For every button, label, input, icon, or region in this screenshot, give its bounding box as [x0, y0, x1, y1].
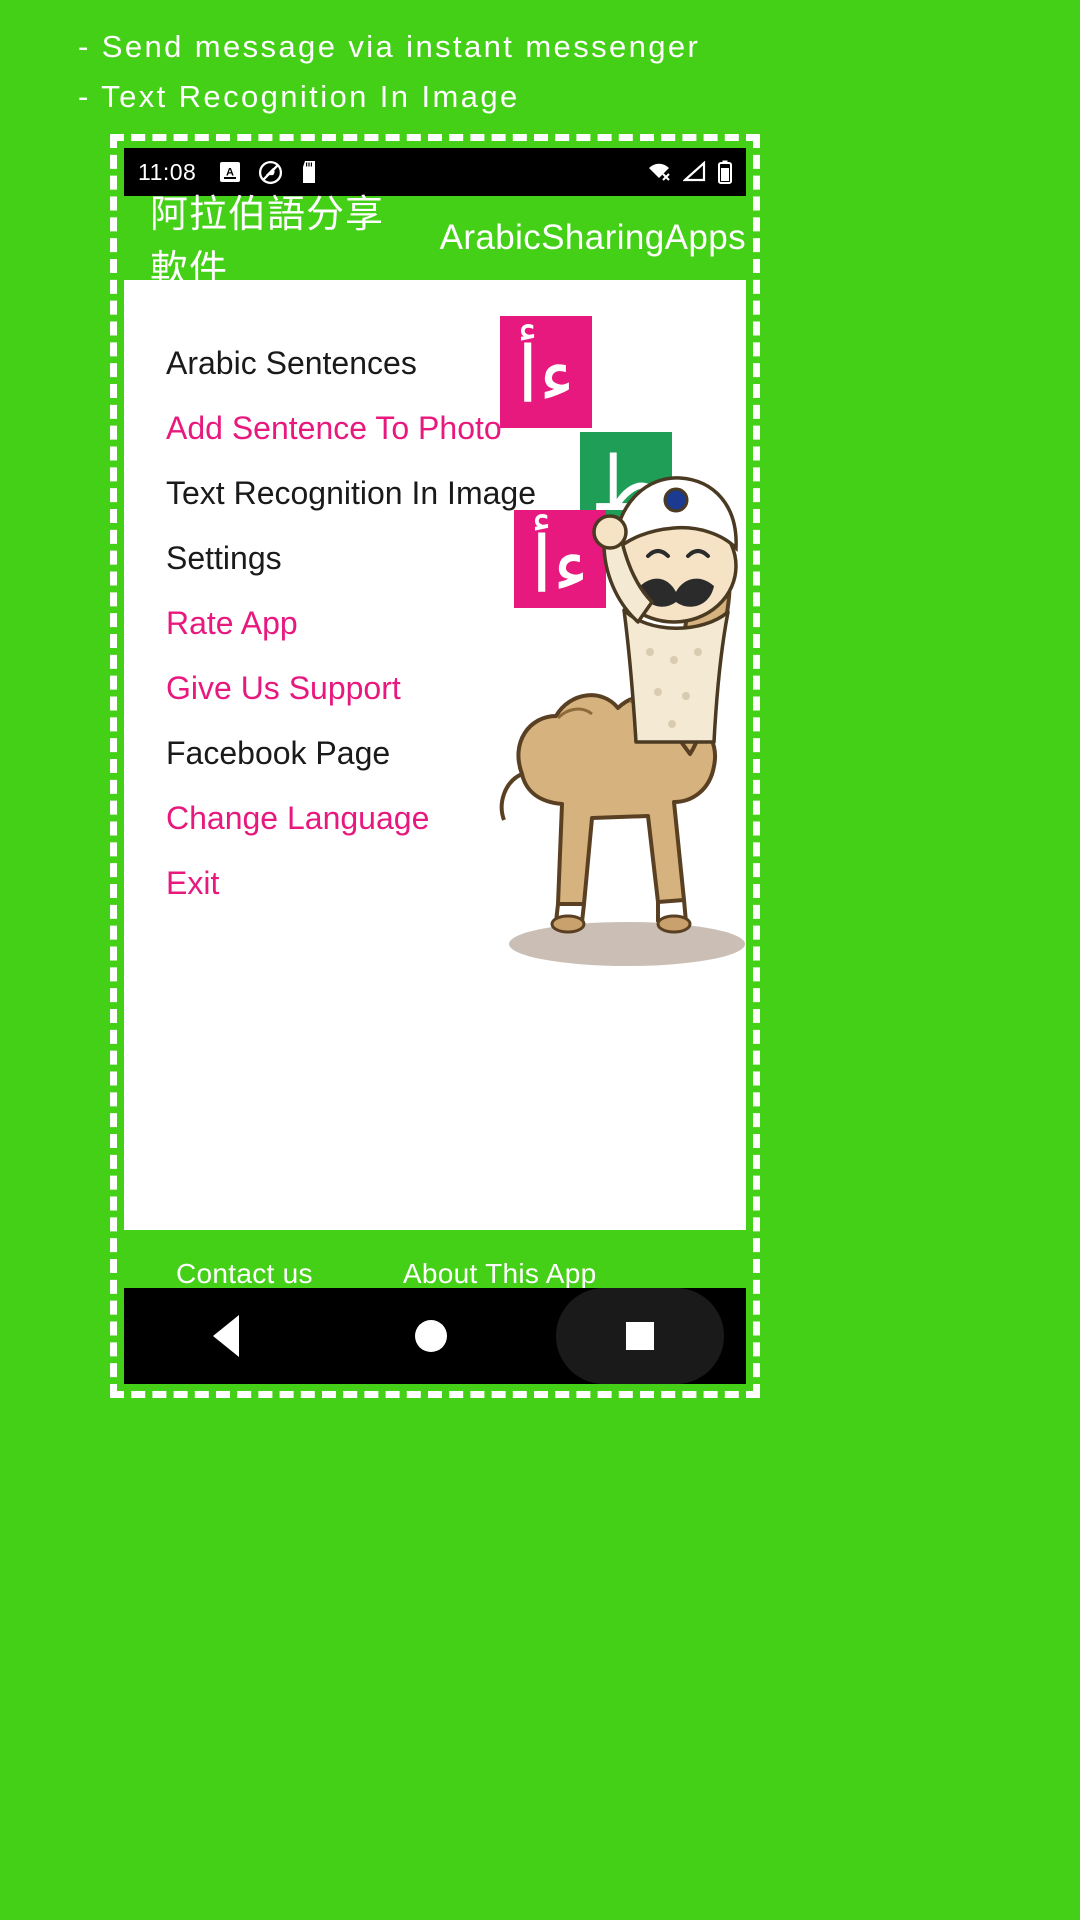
wifi-off-icon	[646, 161, 672, 183]
menu-item-text-recognition[interactable]: Text Recognition In Image	[166, 466, 586, 531]
footer-link-contact-us[interactable]: Contact us	[176, 1258, 313, 1290]
nav-recent-apps-button[interactable]	[555, 1288, 724, 1384]
android-navigation-bar	[124, 1288, 746, 1384]
home-circle-icon	[414, 1320, 447, 1352]
footer-link-about-this-app[interactable]: About This App	[403, 1258, 597, 1290]
signal-off-icon	[683, 161, 707, 183]
status-bar-right-icons	[646, 160, 732, 184]
nav-home-button[interactable]	[351, 1288, 511, 1384]
menu-item-change-language[interactable]: Change Language	[166, 791, 586, 856]
sd-card-icon	[299, 160, 321, 184]
status-bar-clock: 11:08	[138, 158, 197, 185]
do-not-disturb-icon	[258, 160, 283, 185]
menu-item-exit[interactable]: Exit	[166, 856, 586, 921]
heading-line-2: - Text Recognition In Image	[78, 79, 520, 115]
menu-item-arabic-sentences[interactable]: Arabic Sentences	[166, 336, 586, 401]
menu-item-rate-app[interactable]: Rate App	[166, 596, 586, 661]
letter-a-badge-icon: A	[218, 160, 242, 184]
battery-icon	[718, 160, 732, 184]
heading-block: - Send message via instant messenger - T…	[0, 22, 1080, 122]
svg-text:A: A	[226, 167, 234, 179]
main-menu-list: Arabic Sentences Add Sentence To Photo T…	[166, 336, 586, 921]
nav-back-button[interactable]	[146, 1288, 306, 1384]
recent-square-icon	[625, 1322, 654, 1350]
menu-item-settings[interactable]: Settings	[166, 531, 586, 596]
menu-item-facebook-page[interactable]: Facebook Page	[166, 726, 586, 791]
phone-screen: 11:08 A 阿拉伯語分享軟件 ArabicSharingApps ءأ ط …	[124, 148, 746, 1384]
menu-content-panel: ءأ ط ءأ Arabic Sentences Add Sentence To…	[124, 280, 746, 1230]
menu-item-give-us-support[interactable]: Give Us Support	[166, 661, 586, 726]
menu-item-add-sentence-to-photo[interactable]: Add Sentence To Photo	[166, 401, 586, 466]
heading-line-1: - Send message via instant messenger	[78, 29, 701, 64]
app-title-english: ArabicSharingApps	[439, 218, 746, 257]
app-title-chinese: 阿拉伯語分享軟件	[150, 192, 385, 291]
back-triangle-icon	[213, 1315, 240, 1357]
app-bar: 阿拉伯語分享軟件 ArabicSharingApps	[124, 192, 746, 291]
phone-dashed-frame: 11:08 A 阿拉伯語分享軟件 ArabicSharingApps ءأ ط …	[110, 134, 760, 1398]
